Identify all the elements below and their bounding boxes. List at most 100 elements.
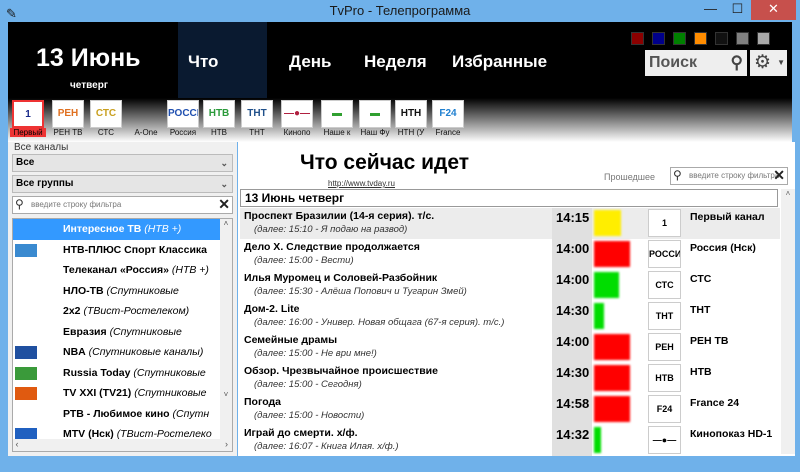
channel-label: ТНТ bbox=[249, 128, 265, 137]
list-item[interactable]: NBA (Спутниковые каналы) bbox=[13, 342, 221, 363]
channel-label: Первый bbox=[10, 128, 46, 137]
channel-select[interactable]: Все ⌄ bbox=[12, 154, 233, 172]
tv21-icon bbox=[15, 387, 37, 400]
gear-icon: ⚙ bbox=[754, 52, 772, 73]
group-select[interactable]: Все группы ⌄ bbox=[12, 175, 233, 193]
channel-button[interactable]: A-One bbox=[128, 100, 164, 137]
current-weekday: четверг bbox=[70, 80, 108, 91]
vertical-scrollbar[interactable]: ˄ ˅ bbox=[220, 219, 232, 439]
color-swatch[interactable] bbox=[652, 32, 665, 45]
channel-name: Кинопоказ HD-1 bbox=[690, 428, 773, 440]
progress-bar bbox=[594, 210, 621, 236]
channel-label: France bbox=[435, 128, 461, 137]
nba-icon bbox=[15, 346, 37, 359]
program-title: Обзор. Чрезвычайное происшествие bbox=[244, 365, 438, 377]
tab-week[interactable]: Неделя bbox=[354, 22, 437, 98]
settings-button[interactable]: ⚙ ▼ bbox=[750, 50, 787, 76]
list-item[interactable]: Интересное ТВ (НТВ +) bbox=[13, 219, 221, 240]
channel-label: СТС bbox=[97, 128, 115, 137]
program-title: Играй до смерти. х/ф. bbox=[244, 427, 358, 439]
table-row[interactable]: Играй до смерти. х/ф. (далее: 16:07 - Кни… bbox=[240, 425, 780, 456]
channel-name: 2x2 bbox=[63, 305, 81, 317]
start-time: 14:32 bbox=[556, 427, 590, 442]
table-row[interactable]: Погода (далее: 15:00 - Новости) 14:58 F24 Fr… bbox=[240, 394, 780, 425]
page-title: Что сейчас идет bbox=[300, 151, 470, 174]
channel-logo: —●— bbox=[648, 426, 681, 454]
channel-button[interactable]: НТН НТН (У bbox=[393, 100, 429, 137]
color-swatch[interactable] bbox=[757, 32, 770, 45]
progress-bar bbox=[594, 241, 630, 267]
search-box[interactable]: Поиск ⚲ bbox=[645, 50, 747, 76]
list-item[interactable]: НЛО-ТВ (Спутниковые bbox=[13, 281, 221, 302]
channel-group: (Спутниковые bbox=[106, 284, 179, 297]
list-item[interactable]: 2x2 (ТВист-Ростелеком) bbox=[13, 301, 221, 322]
window-title: TvPro - Телепрограмма bbox=[329, 3, 471, 18]
maximize-button[interactable]: ☐ bbox=[724, 0, 751, 20]
tab-now-playing[interactable]: Что идет bbox=[178, 22, 267, 151]
channel-name: РТВ - Любимое кино bbox=[63, 407, 170, 420]
past-toggle[interactable]: Прошедшее bbox=[604, 172, 655, 182]
vertical-scrollbar[interactable]: ˄ bbox=[781, 189, 795, 454]
clear-filter-icon[interactable]: ✕ bbox=[218, 196, 230, 212]
list-item[interactable]: Телеканал «Россия» (НТВ +) bbox=[13, 260, 221, 281]
channel-button[interactable]: ▬ Наш Фу bbox=[357, 100, 393, 137]
table-row[interactable]: Проспект Бразилии (14-я серия). т/с. (дал… bbox=[240, 208, 780, 239]
channel-name: Телеканал «Россия» bbox=[63, 264, 169, 276]
channel-logo: ТНТ bbox=[648, 302, 681, 330]
search-icon[interactable]: ⚲ bbox=[731, 50, 743, 76]
channel-name: NBA bbox=[63, 346, 86, 358]
next-program: (далее: 16:00 - Универ. Новая общага (67… bbox=[254, 317, 505, 328]
channel-button[interactable]: НТВ НТВ bbox=[201, 100, 237, 137]
channel-button[interactable]: ▬ Наше к bbox=[319, 100, 355, 137]
channel-logo: F24 bbox=[648, 395, 681, 423]
clear-filter-icon[interactable]: ✕ bbox=[773, 167, 785, 183]
tab-favorites[interactable]: Избранные bbox=[442, 22, 557, 98]
color-swatch[interactable] bbox=[673, 32, 686, 45]
table-row[interactable]: Семейные драмы (далее: 15:00 - Не ври мне… bbox=[240, 332, 780, 363]
color-swatches bbox=[631, 32, 770, 45]
close-button[interactable]: ✕ bbox=[751, 0, 796, 20]
channel-label: Наш Фу bbox=[360, 128, 390, 137]
table-row[interactable]: Дело Х. Следствие продолжается (далее: 15… bbox=[240, 239, 780, 270]
list-item[interactable]: Russia Today (Спутниковые bbox=[13, 363, 221, 384]
main-filter[interactable]: ⚲ введите строку фильтра ✕ bbox=[670, 167, 788, 185]
channel-group: (НТВ +) bbox=[144, 223, 182, 235]
channel-label: НТВ bbox=[211, 128, 227, 137]
channel-button[interactable]: —●— Кинопо bbox=[279, 100, 315, 137]
chevron-down-icon: ⌄ bbox=[220, 158, 228, 168]
channel-label: Наше к bbox=[323, 128, 351, 137]
channel-name: France 24 bbox=[690, 397, 740, 409]
list-item[interactable]: РТВ - Любимое кино (Спутн bbox=[13, 404, 221, 425]
source-link[interactable]: http://www.tvday.ru bbox=[328, 179, 395, 188]
list-item[interactable]: TV XXI (TV21) (Спутниковые bbox=[13, 383, 221, 404]
tab-day[interactable]: День bbox=[279, 22, 342, 98]
horizontal-scrollbar[interactable]: ‹ › bbox=[13, 439, 232, 451]
color-swatch[interactable] bbox=[715, 32, 728, 45]
channel-button[interactable]: 1 Первый bbox=[10, 100, 46, 137]
list-item[interactable]: НТВ-ПЛЮС Спорт Классика bbox=[13, 240, 221, 261]
progress-bar bbox=[594, 334, 630, 360]
search-input[interactable]: Поиск bbox=[649, 54, 697, 71]
program-title: Дом-2. Lite bbox=[244, 303, 300, 315]
minimize-button[interactable]: — bbox=[697, 0, 724, 20]
channel-sidebar: Все каналы Все ⌄ Все группы ⌄ ⚲ введите ст… bbox=[8, 142, 237, 456]
channel-button[interactable]: РЕН РЕН ТВ bbox=[50, 100, 86, 137]
list-item[interactable]: Евразия (Спутниковые bbox=[13, 322, 221, 343]
color-swatch[interactable] bbox=[694, 32, 707, 45]
table-row[interactable]: Илья Муромец и Соловей-Разбойник (далее: … bbox=[240, 270, 780, 301]
program-title: Семейные драмы bbox=[244, 334, 338, 346]
table-row[interactable]: Дом-2. Lite (далее: 16:00 - Универ. Новая… bbox=[240, 301, 780, 332]
color-swatch[interactable] bbox=[631, 32, 644, 45]
color-swatch[interactable] bbox=[736, 32, 749, 45]
channel-button[interactable]: F24 France bbox=[430, 100, 466, 137]
channel-group: (Спутниковые bbox=[133, 366, 206, 379]
channel-button[interactable]: РОССИЯРоссия bbox=[165, 100, 201, 137]
channel-button[interactable]: ТНТ ТНТ bbox=[239, 100, 275, 137]
channel-button[interactable]: СТС СТС bbox=[88, 100, 124, 137]
table-row[interactable]: Обзор. Чрезвычайное происшествие (далее: … bbox=[240, 363, 780, 394]
main-filter-input[interactable]: введите строку фильтра bbox=[689, 171, 779, 180]
search-icon: ⚲ bbox=[673, 168, 682, 182]
start-time: 14:58 bbox=[556, 396, 590, 411]
sidebar-filter-input[interactable]: введите строку фильтра bbox=[31, 200, 121, 209]
sidebar-filter[interactable]: ⚲ введите строку фильтра ✕ bbox=[12, 196, 233, 214]
